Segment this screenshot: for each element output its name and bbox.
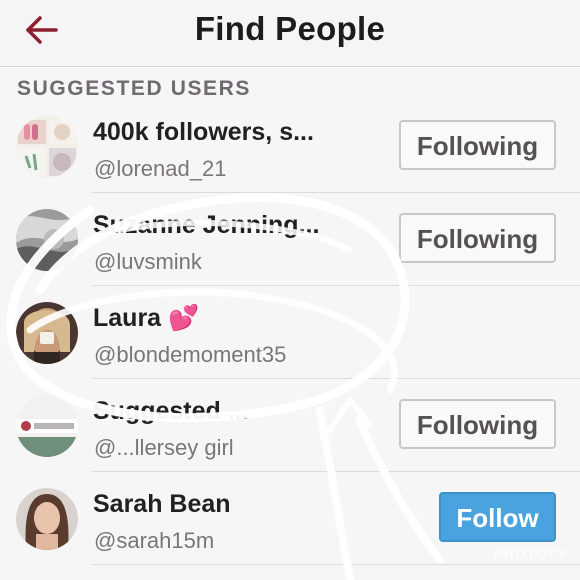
list-item[interactable]: Suzanne Jenning... @luvsmink Following <box>0 193 580 286</box>
avatar[interactable] <box>16 395 78 457</box>
user-name[interactable]: 400k followers, s... <box>93 118 314 147</box>
section-title: SUGGESTED USERS <box>17 77 252 100</box>
user-name[interactable]: Suggested ... <box>93 397 249 426</box>
avatar[interactable] <box>16 488 78 550</box>
find-people-screen: Find People SUGGESTED USERS 400k followe… <box>0 0 580 580</box>
following-button[interactable]: Following <box>399 213 556 263</box>
section-header: SUGGESTED USERS <box>0 67 580 111</box>
list-item[interactable]: Laura 💕 @blondemoment35 <box>0 286 580 379</box>
navigation-bar: Find People <box>0 0 580 67</box>
following-button[interactable]: Following <box>399 120 556 170</box>
user-name[interactable]: Suzanne Jenning... <box>93 211 319 240</box>
follow-button[interactable]: Follow <box>439 492 556 542</box>
list-item[interactable]: 400k followers, s... @lorenad_21 Followi… <box>0 100 580 193</box>
avatar[interactable] <box>16 209 78 271</box>
divider <box>92 564 580 565</box>
watermark: PHOTOFY <box>493 546 568 562</box>
page-title: Find People <box>194 10 386 47</box>
user-handle[interactable]: @...llersey girl <box>94 435 234 461</box>
user-handle[interactable]: @lorenad_21 <box>94 156 226 182</box>
list-item[interactable]: Suggested ... @...llersey girl Following <box>0 379 580 472</box>
user-name[interactable]: Laura 💕 <box>93 304 199 333</box>
user-handle[interactable]: @luvsmink <box>94 249 202 275</box>
user-handle[interactable]: @blondemoment35 <box>94 342 286 368</box>
user-handle[interactable]: @sarah15m <box>94 528 214 554</box>
user-name[interactable]: Sarah Bean <box>93 490 231 519</box>
avatar[interactable] <box>16 116 78 178</box>
following-button[interactable]: Following <box>399 399 556 449</box>
avatar[interactable] <box>16 302 78 364</box>
